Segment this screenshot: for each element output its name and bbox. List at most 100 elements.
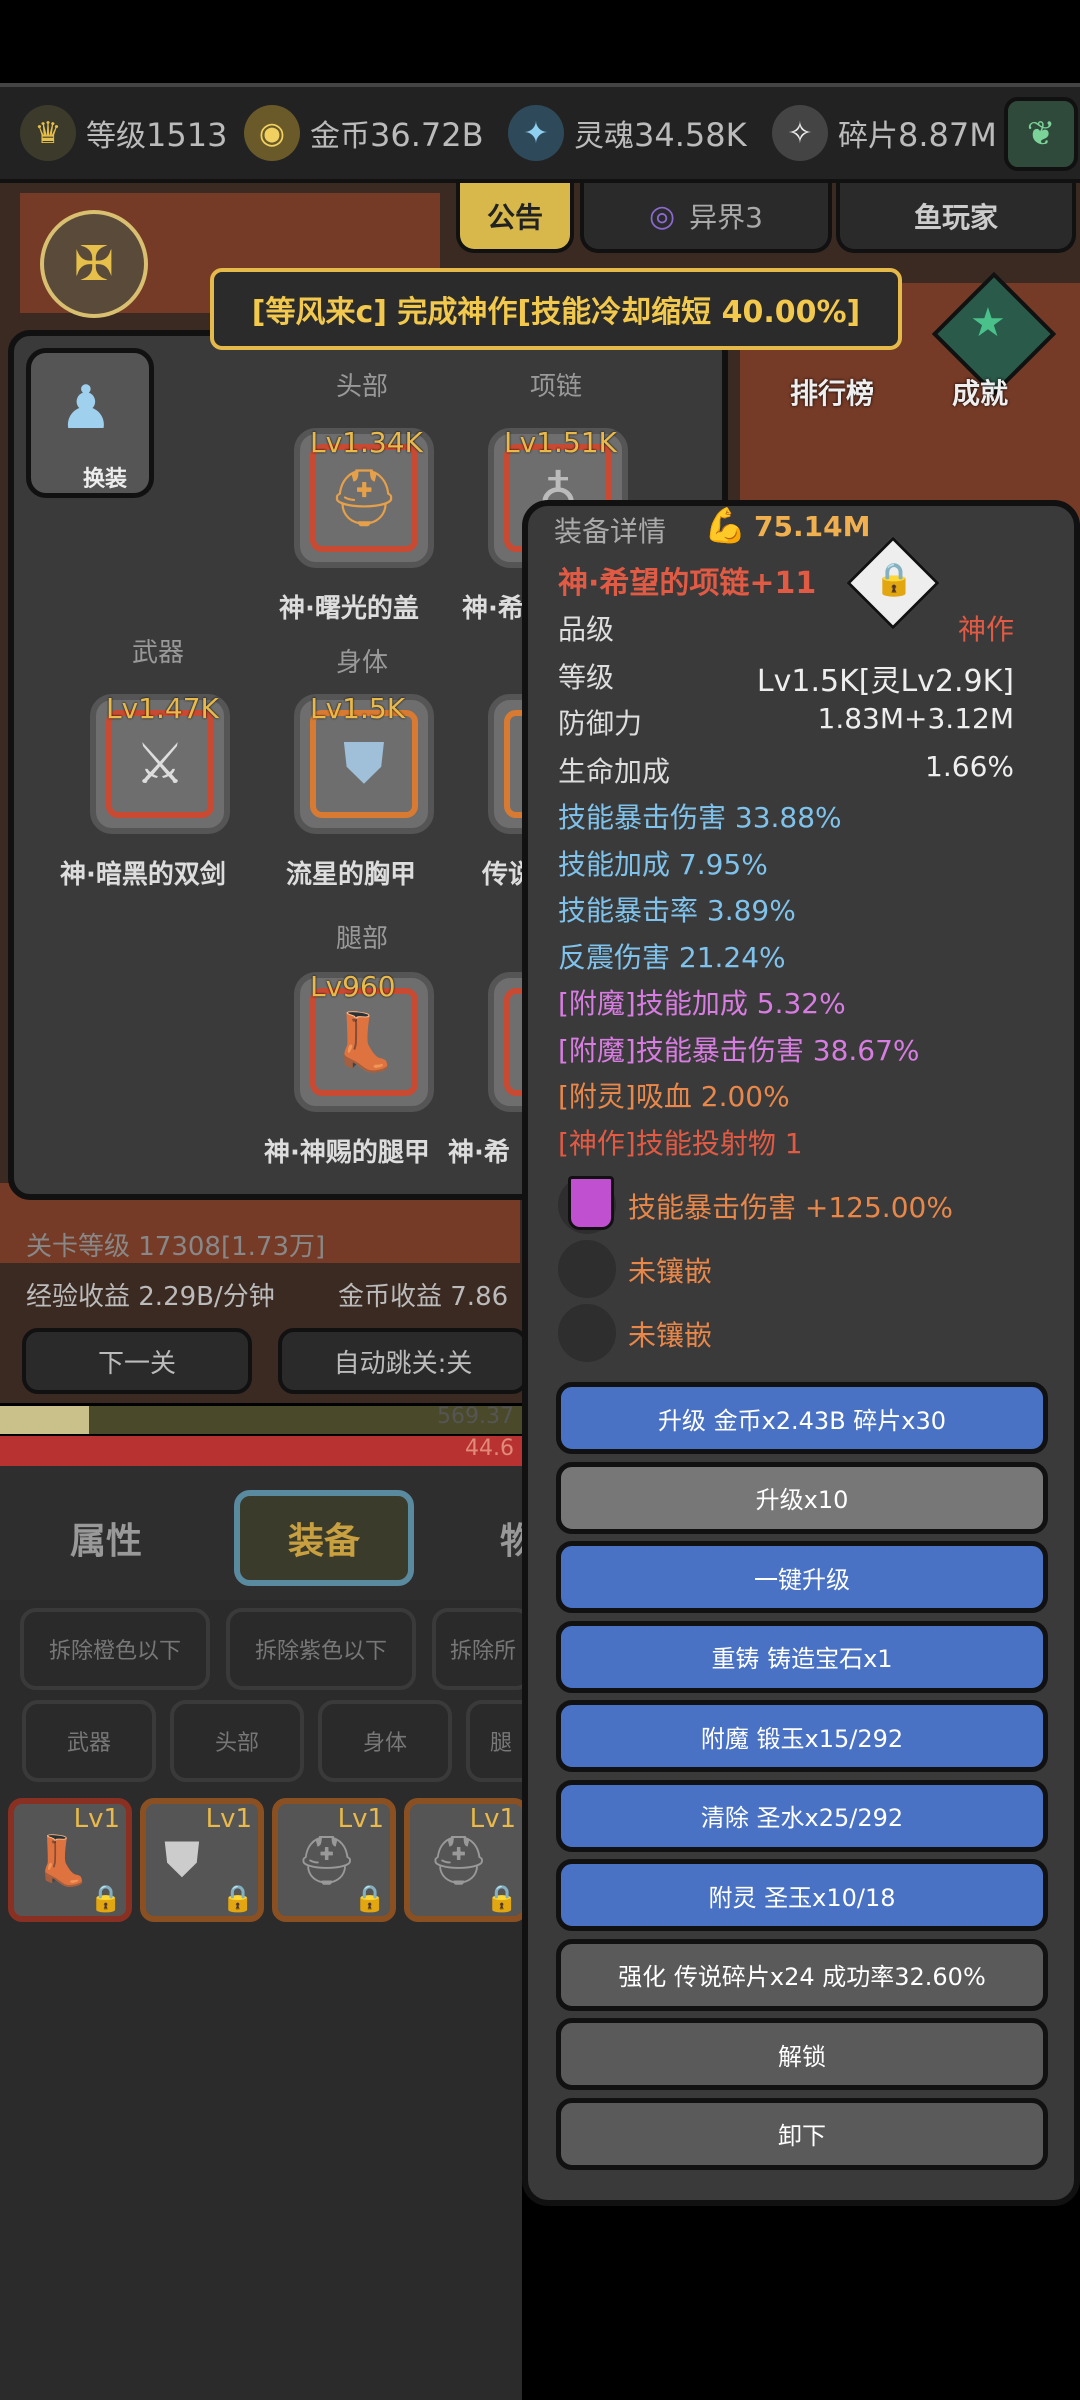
unlock-button[interactable]: 解锁 <box>556 2018 1048 2090</box>
neck-slot-label: 项链 <box>530 372 583 402</box>
gold-income: 金币收益 7.86 <box>338 1282 509 1312</box>
gem-socket[interactable] <box>558 1240 616 1298</box>
figure-icon: ♟ <box>59 373 113 443</box>
achievement-label[interactable]: 成就 <box>952 372 1008 412</box>
lock-icon: 🔒 <box>353 1884 386 1914</box>
dismantle-all-button[interactable]: 拆除所 <box>432 1608 532 1690</box>
stat-line: 反震伤害 21.24% <box>558 940 786 974</box>
body-slot[interactable]: ⛊ Lv1.5K <box>294 692 434 834</box>
leg-slot[interactable]: 👢 Lv960 <box>294 970 434 1112</box>
helmet-icon: ⛑ <box>328 466 400 531</box>
leg2-item-name: 神·希 <box>448 1138 510 1168</box>
soul-icon: ✦ <box>508 105 564 161</box>
tab-realm[interactable]: ◎ 异界3 <box>580 183 832 253</box>
head-slot-label: 头部 <box>336 372 389 402</box>
neck-slot-level: Lv1.51K <box>504 426 617 459</box>
inventory-item-level: Lv1 <box>205 1804 252 1834</box>
lock-icon: 🔒 <box>221 1884 254 1914</box>
weapon-slot[interactable]: ⚔ Lv1.47K <box>90 692 230 834</box>
spirit-attach-button[interactable]: 附灵 圣玉x10/18 <box>556 1859 1048 1931</box>
hp-bonus-label: 生命加成 <box>558 755 671 788</box>
upgrade-button[interactable]: 升级 金币x2.43B 碎片x30 <box>556 1382 1048 1454</box>
item-name: 神·希望的项链+11 <box>558 566 817 601</box>
dismantle-purple-button[interactable]: 拆除紫色以下 <box>226 1608 416 1690</box>
stat-line: [附灵]吸血 2.00% <box>558 1080 790 1113</box>
chestplate-icon: ⛊ <box>343 731 385 796</box>
filter-body[interactable]: 身体 <box>318 1700 452 1782</box>
clear-button[interactable]: 清除 圣水x25/292 <box>556 1779 1048 1852</box>
rank-label[interactable]: 排行榜 <box>790 372 874 412</box>
enhance-button[interactable]: 强化 传说碎片x24 成功率32.60% <box>556 1938 1048 2011</box>
portal-icon: ◎ <box>648 198 676 234</box>
weapon-item-name: 神·暗黑的双剑 <box>60 860 226 890</box>
tab-equipment[interactable]: 装备 <box>234 1490 414 1586</box>
stat-line: [附魔]技能暴击伤害 38.67% <box>558 1033 920 1067</box>
soul-label: 灵魂 <box>574 119 634 154</box>
hp-bar-value: 44.6 <box>465 1436 514 1461</box>
muscle-icon: 💪 <box>704 506 747 546</box>
equipment-detail-panel: 装备详情 💪 75.14M 神·希望的项链+11 🔒 品级 神作 等级 Lv1.… <box>522 500 1080 2206</box>
filter-weapon[interactable]: 武器 <box>22 1700 156 1782</box>
stat-line: 技能暴击率 3.89% <box>558 894 796 927</box>
menu-button[interactable]: ❦ <box>1004 97 1078 171</box>
stat-line: [神作]技能投射物 1 <box>558 1126 803 1160</box>
boot-icon: 👢 <box>329 1010 399 1075</box>
power-value: 75.14M <box>754 510 871 543</box>
head-slot-level: Lv1.34K <box>310 426 423 459</box>
level-label: 等级 <box>86 119 146 154</box>
stat-line: 技能加成 7.95% <box>558 847 768 881</box>
dismantle-orange-button[interactable]: 拆除橙色以下 <box>20 1608 210 1690</box>
swords-icon: ⚔ <box>134 731 186 797</box>
stage-level: 关卡等级 17308[1.73万] <box>26 1232 326 1262</box>
tab-player[interactable]: 鱼玩家 <box>836 183 1076 253</box>
upgrade-x10-button[interactable]: 升级x10 <box>556 1461 1048 1534</box>
crown-icon: ♛ <box>20 105 76 161</box>
boot-icon: 👢 <box>32 1833 92 1889</box>
leaf-icon: ❦ <box>1026 114 1056 154</box>
cross-icon: ✠ <box>73 236 115 292</box>
head-slot[interactable]: ⛑ Lv1.34K <box>294 426 434 568</box>
gold-resource: ◉ 金币36.72B <box>244 87 484 179</box>
exp-bar: 569.37 <box>0 1404 522 1434</box>
leg-slot-label: 腿部 <box>336 924 389 954</box>
gem-cup-icon <box>568 1176 614 1230</box>
gold-value: 36.72B <box>370 116 484 154</box>
inventory-item[interactable]: Lv1 ⛑ 🔒 <box>272 1798 396 1922</box>
one-click-upgrade-button[interactable]: 一键升级 <box>556 1541 1048 1613</box>
tab-notice[interactable]: 公告 <box>456 183 574 253</box>
gem-slot-1: 技能暴击伤害 +125.00% <box>628 1191 953 1224</box>
armor-icon: ⛊ <box>164 1832 201 1888</box>
gem-socket[interactable] <box>558 1304 616 1362</box>
resource-bar: ♛ 等级1513 ◉ 金币36.72B ✦ 灵魂34.58K ✧ 碎片8.87M… <box>0 83 1080 183</box>
guild-emblem[interactable]: ✠ <box>40 210 148 318</box>
leg-slot-level: Lv960 <box>310 970 396 1003</box>
inventory-item-level: Lv1 <box>469 1804 516 1834</box>
next-stage-button[interactable]: 下一关 <box>22 1328 252 1394</box>
level-value: Lv1.5K[灵Lv2.9K] <box>756 664 1014 699</box>
inventory-item[interactable]: Lv1 👢 🔒 <box>8 1798 132 1922</box>
lock-icon: 🔒 <box>89 1884 122 1914</box>
shard-resource: ✧ 碎片8.87M <box>772 87 997 179</box>
level-value: 1513 <box>146 116 228 154</box>
coin-icon: ◉ <box>244 105 300 161</box>
defense-value: 1.83M+3.12M <box>817 702 1014 735</box>
stat-line: 技能暴击伤害 33.88% <box>558 801 842 834</box>
change-outfit-button[interactable]: ♟ 换装 <box>26 348 154 498</box>
tab-attributes[interactable]: 属性 <box>70 1512 142 1564</box>
quality-value: 神作 <box>957 613 1014 646</box>
inventory-item[interactable]: Lv1 ⛑ 🔒 <box>404 1798 528 1922</box>
change-outfit-label: 换装 <box>83 467 128 492</box>
auto-skip-button[interactable]: 自动跳关:关 <box>278 1328 528 1394</box>
announcement-banner: [等风来c] 完成神作[技能冷却缩短 40.00%] <box>210 268 902 350</box>
recast-button[interactable]: 重铸 铸造宝石x1 <box>556 1620 1048 1693</box>
enchant-button[interactable]: 附魔 锻玉x15/292 <box>556 1700 1048 1772</box>
head-item-name: 神·曙光的盖 <box>279 594 419 624</box>
gold-label: 金币 <box>310 119 370 154</box>
filter-head[interactable]: 头部 <box>170 1700 304 1782</box>
unequip-button[interactable]: 卸下 <box>556 2097 1048 2170</box>
hp-bar: 44.6 <box>0 1436 522 1466</box>
neck-item-name: 神·希 <box>462 594 524 624</box>
hp-bonus-value: 1.66% <box>925 750 1014 783</box>
level-label: 等级 <box>558 661 615 694</box>
inventory-item[interactable]: Lv1 ⛊ 🔒 <box>140 1798 264 1922</box>
